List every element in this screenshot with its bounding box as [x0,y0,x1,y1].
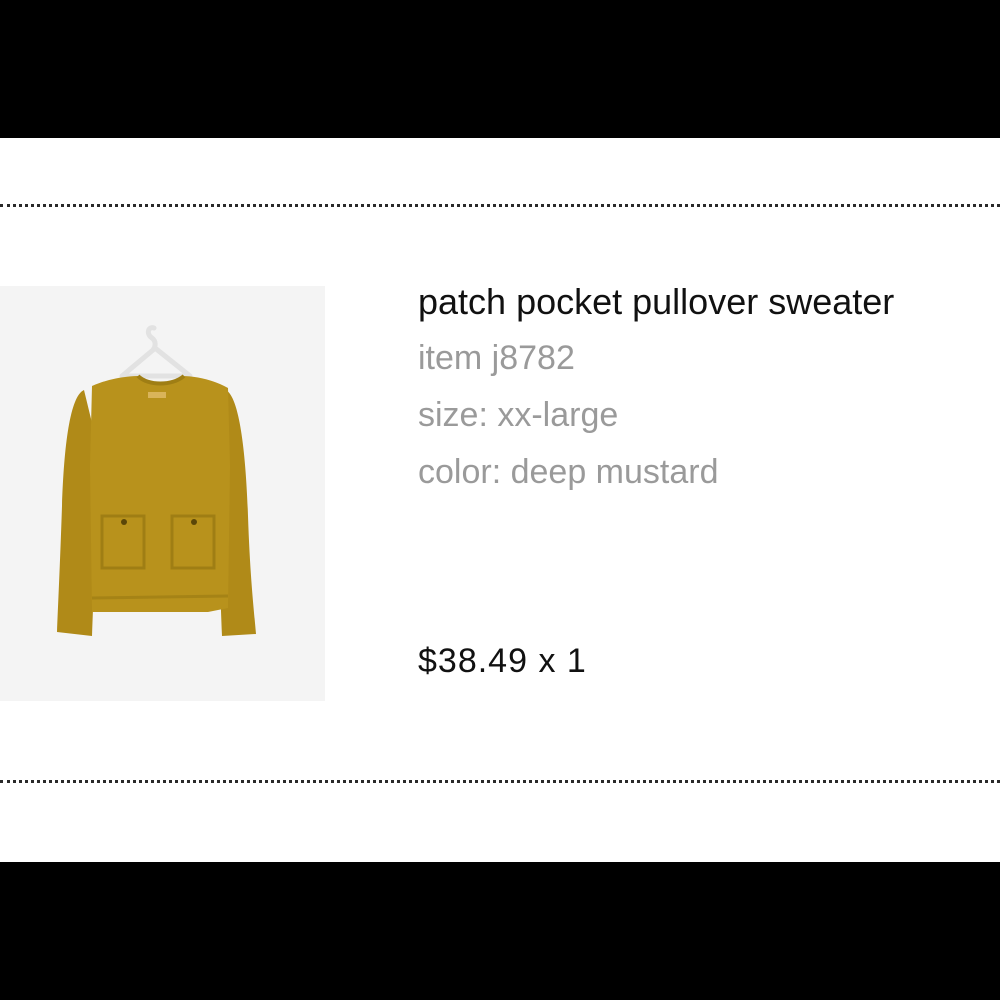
item-color: color: deep mustard [418,453,719,491]
item-number: item j8782 [418,339,575,377]
sweater-icon [57,325,256,636]
cart-content: patch pocket pullover sweater item j8782… [0,138,1000,862]
top-divider [0,204,1000,207]
screen: patch pocket pullover sweater item j8782… [0,0,1000,1000]
bottom-divider [0,780,1000,783]
price-quantity: $38.49 x 1 [418,642,587,680]
item-details: patch pocket pullover sweater item j8782… [418,278,988,501]
product-title[interactable]: patch pocket pullover sweater [418,278,988,326]
product-image[interactable] [0,286,325,701]
item-size: size: xx-large [418,396,619,434]
